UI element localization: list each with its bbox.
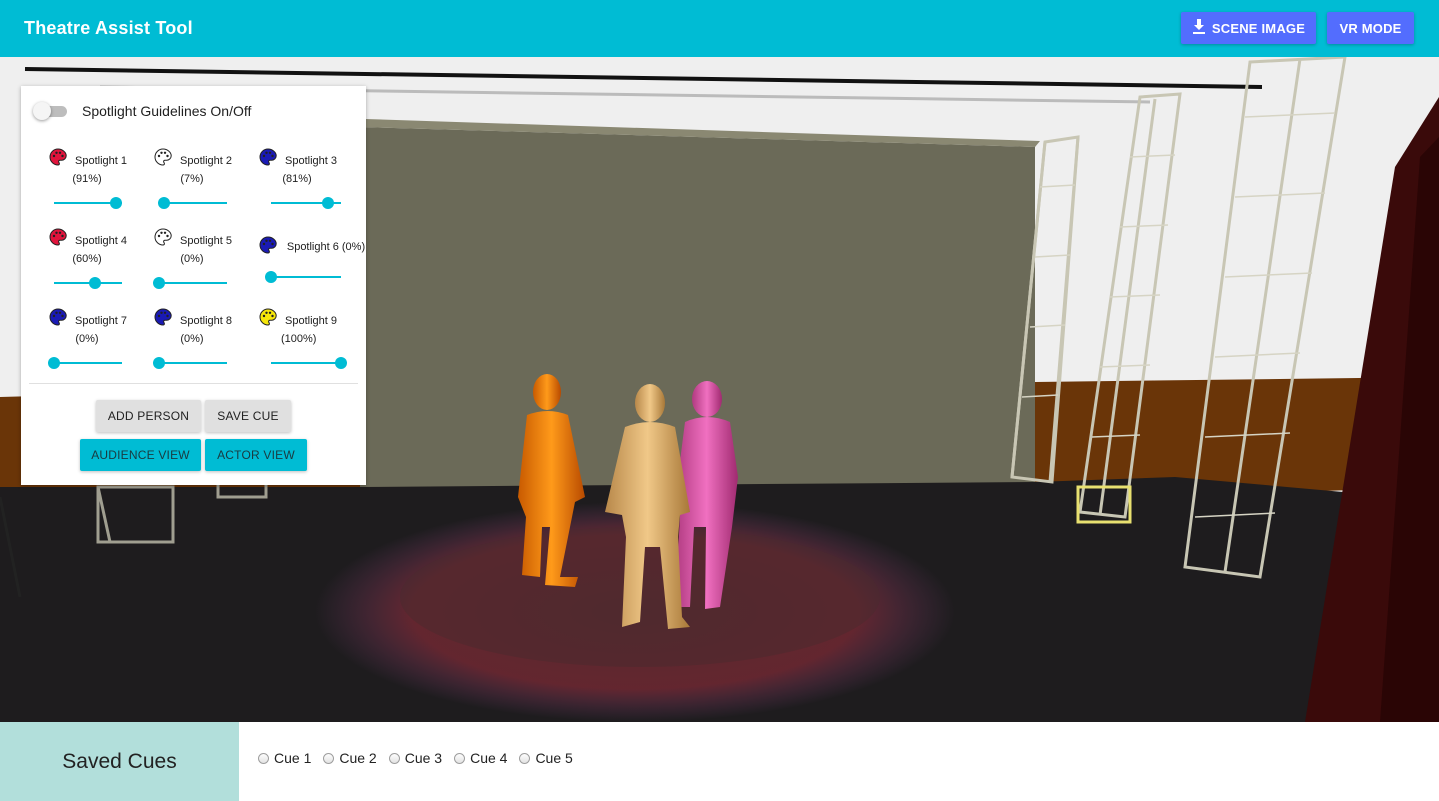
slider-knob[interactable] bbox=[265, 271, 277, 283]
spotlight-name-label: Spotlight 9 bbox=[285, 315, 337, 327]
slider-knob[interactable] bbox=[157, 197, 170, 209]
slider-knob[interactable] bbox=[48, 357, 60, 369]
cue-label: Cue 1 bbox=[274, 750, 312, 766]
spotlight-intensity-slider[interactable] bbox=[153, 277, 227, 289]
spotlight-percent-label: (100%) bbox=[281, 333, 317, 345]
spotlight-guidelines-toggle-row: Spotlight Guidelines On/Off bbox=[33, 100, 251, 122]
scene-image-button[interactable]: SCENE IMAGE bbox=[1181, 12, 1316, 44]
spotlight-percent-label: (0%) bbox=[75, 333, 99, 345]
spotlight-control-5: Spotlight 5 (0%) bbox=[153, 224, 264, 294]
spotlight-control-2: Spotlight 2 (7%) bbox=[154, 144, 264, 214]
cue-radio[interactable] bbox=[388, 752, 400, 764]
slider-knob[interactable] bbox=[335, 357, 347, 369]
cue-label: Cue 3 bbox=[404, 750, 443, 766]
spotlight-intensity-slider[interactable] bbox=[54, 197, 122, 209]
spotlight-control-7: Spotlight 7 (0%) bbox=[48, 304, 159, 374]
spotlight-name-label: Spotlight 4 bbox=[75, 235, 127, 247]
slider-rail bbox=[54, 362, 122, 364]
spotlight-control-1: Spotlight 1 (91%) bbox=[49, 144, 159, 214]
color-palette-icon[interactable] bbox=[154, 148, 172, 166]
slider-rail bbox=[159, 282, 227, 284]
slider-knob[interactable] bbox=[153, 277, 165, 289]
spotlight-percent-label: (60%) bbox=[72, 253, 102, 265]
spotlight-percent-label: (0%) bbox=[180, 253, 204, 265]
spotlight-name-label: Spotlight 1 bbox=[75, 155, 127, 167]
color-palette-icon[interactable] bbox=[154, 228, 172, 246]
color-palette-icon[interactable] bbox=[259, 148, 277, 166]
slider-knob[interactable] bbox=[321, 197, 334, 209]
spotlight-intensity-slider[interactable] bbox=[153, 357, 227, 369]
slider-knob[interactable] bbox=[88, 277, 101, 289]
cue-option-5[interactable]: Cue 5 bbox=[519, 750, 573, 766]
cue-radio[interactable] bbox=[454, 752, 466, 764]
audience-view-button[interactable]: AUDIENCE VIEW bbox=[80, 439, 201, 471]
spotlight-intensity-slider[interactable] bbox=[48, 357, 122, 369]
save-cue-button[interactable]: SAVE CUE bbox=[205, 400, 291, 432]
color-palette-icon[interactable] bbox=[49, 308, 67, 326]
spotlight-intensity-slider[interactable] bbox=[157, 197, 227, 209]
spotlight-name-label: Spotlight 6 (0%) bbox=[286, 241, 366, 253]
slider-rail bbox=[159, 362, 227, 364]
cue-label: Cue 4 bbox=[470, 750, 508, 766]
spotlight-name-label: Spotlight 3 bbox=[285, 155, 337, 167]
saved-cues-bar: Saved Cues Cue 1 Cue 2 Cue 3 Cue 4 Cue 5 bbox=[0, 722, 1439, 801]
slider-knob[interactable] bbox=[109, 197, 122, 209]
spotlight-control-panel: Spotlight Guidelines On/Off Spotlight 1 (… bbox=[21, 86, 366, 485]
spotlight-percent-label: (91%) bbox=[72, 173, 102, 185]
add-person-button[interactable]: ADD PERSON bbox=[96, 400, 201, 432]
cue-label: Cue 5 bbox=[535, 750, 573, 766]
cue-option-3[interactable]: Cue 3 bbox=[388, 750, 443, 766]
slider-rail bbox=[271, 362, 341, 364]
cue-option-1[interactable]: Cue 1 bbox=[258, 750, 311, 766]
spotlight-name-label: Spotlight 7 bbox=[75, 315, 127, 327]
scene-image-label: SCENE IMAGE bbox=[1211, 20, 1306, 36]
panel-divider bbox=[29, 383, 358, 384]
spotlight-intensity-slider[interactable] bbox=[271, 357, 347, 369]
color-palette-icon[interactable] bbox=[49, 228, 67, 246]
cue-radio-group: Cue 1 Cue 2 Cue 3 Cue 4 Cue 5 bbox=[258, 750, 585, 766]
spotlight-intensity-slider[interactable] bbox=[265, 271, 341, 283]
spotlight-name-label: Spotlight 8 bbox=[180, 315, 232, 327]
spotlight-percent-label: (81%) bbox=[282, 173, 312, 185]
color-palette-icon[interactable] bbox=[259, 236, 277, 254]
slider-knob[interactable] bbox=[153, 357, 165, 369]
app-title: Theatre Assist Tool bbox=[24, 18, 193, 38]
color-palette-icon[interactable] bbox=[259, 308, 277, 326]
spotlight-intensity-slider[interactable] bbox=[54, 277, 122, 289]
spotlight-control-8: Spotlight 8 (0%) bbox=[153, 304, 264, 374]
spotlight-percent-label: (7%) bbox=[180, 173, 204, 185]
app-bar: Theatre Assist Tool SCENE IMAGE VR MODE bbox=[0, 0, 1439, 57]
cue-radio[interactable] bbox=[519, 752, 531, 764]
spotlight-intensity-slider[interactable] bbox=[271, 197, 341, 209]
toggle-thumb[interactable] bbox=[33, 102, 51, 120]
spotlight-control-9: Spotlight 9 (100%) bbox=[259, 304, 369, 374]
cue-option-4[interactable]: Cue 4 bbox=[454, 750, 507, 766]
color-palette-icon[interactable] bbox=[154, 308, 172, 326]
cue-label: Cue 2 bbox=[339, 750, 377, 766]
spotlight-control-6: Spotlight 6 (0%) bbox=[259, 224, 369, 294]
cue-radio[interactable] bbox=[258, 752, 269, 764]
spotlight-control-3: Spotlight 3 (81%) bbox=[259, 144, 369, 214]
spotlight-guidelines-toggle[interactable] bbox=[33, 100, 67, 122]
cue-option-2[interactable]: Cue 2 bbox=[323, 750, 377, 766]
color-palette-icon[interactable] bbox=[49, 148, 67, 166]
spotlight-name-label: Spotlight 5 bbox=[180, 235, 232, 247]
download-icon bbox=[1192, 18, 1206, 38]
slider-rail bbox=[271, 276, 341, 278]
vr-mode-button[interactable]: VR MODE bbox=[1327, 12, 1414, 44]
spotlight-control-4: Spotlight 4 (60%) bbox=[49, 224, 159, 294]
actor-view-button[interactable]: ACTOR VIEW bbox=[205, 439, 307, 471]
cue-radio[interactable] bbox=[323, 752, 335, 764]
spotlight-name-label: Spotlight 2 bbox=[180, 155, 232, 167]
saved-cues-heading: Saved Cues bbox=[0, 722, 239, 801]
spotlight-percent-label: (0%) bbox=[180, 333, 204, 345]
spotlight-guidelines-label: Spotlight Guidelines On/Off bbox=[82, 103, 252, 119]
